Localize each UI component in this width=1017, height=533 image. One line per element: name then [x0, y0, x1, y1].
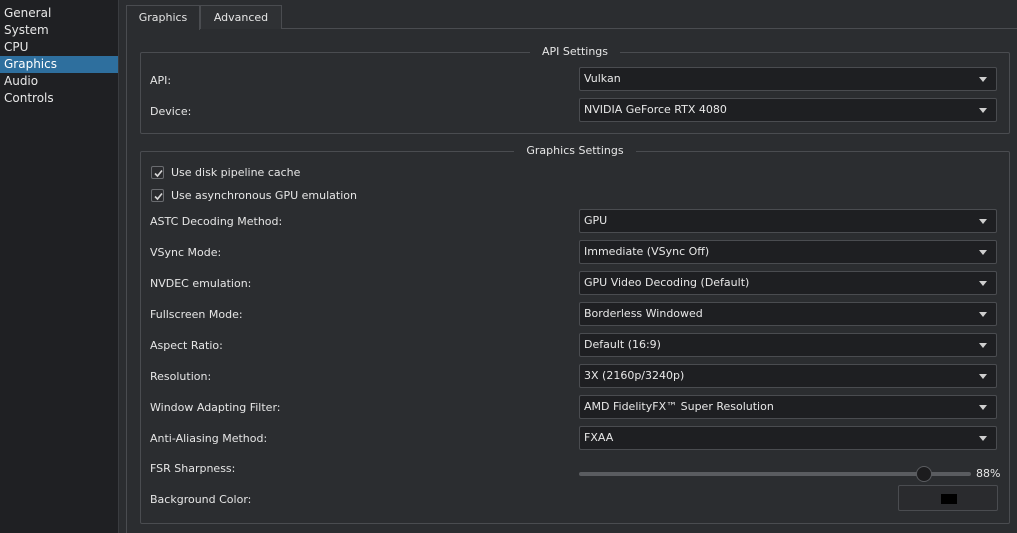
tab-advanced[interactable]: Advanced	[200, 5, 282, 29]
aspect-ratio-label: Aspect Ratio:	[150, 339, 223, 352]
chevron-down-icon	[979, 405, 987, 410]
chevron-down-icon	[979, 374, 987, 379]
fullscreen-mode-value: Borderless Windowed	[584, 307, 703, 320]
anti-aliasing-dropdown[interactable]: FXAA	[579, 426, 997, 450]
disk-pipeline-cache-label: Use disk pipeline cache	[171, 165, 301, 179]
graphics-settings-title: Graphics Settings	[141, 144, 1009, 157]
slider-track	[579, 472, 971, 476]
tab-graphics[interactable]: Graphics	[126, 5, 200, 30]
anti-aliasing-value: FXAA	[584, 431, 614, 444]
graphics-settings-group: Graphics Settings Use disk pipeline cach…	[140, 144, 1010, 524]
device-dropdown[interactable]: NVIDIA GeForce RTX 4080	[579, 98, 997, 122]
checkbox-box[interactable]	[151, 188, 164, 202]
sidebar-item-graphics[interactable]: Graphics	[0, 56, 118, 73]
chevron-down-icon	[979, 250, 987, 255]
api-value: Vulkan	[584, 72, 621, 85]
fullscreen-mode-label: Fullscreen Mode:	[150, 308, 243, 321]
background-color-label: Background Color:	[150, 493, 252, 506]
resolution-label: Resolution:	[150, 370, 212, 383]
chevron-down-icon	[979, 436, 987, 441]
sidebar-item-controls[interactable]: Controls	[0, 90, 118, 107]
async-gpu-label: Use asynchronous GPU emulation	[171, 188, 357, 202]
sidebar-item-system[interactable]: System	[0, 22, 118, 39]
window-adapting-filter-label: Window Adapting Filter:	[150, 401, 281, 414]
chevron-down-icon	[979, 219, 987, 224]
chevron-down-icon	[979, 312, 987, 317]
checkmark-icon	[154, 169, 163, 177]
fsr-sharpness-value: 88%	[976, 467, 1001, 480]
nvdec-emulation-value: GPU Video Decoding (Default)	[584, 276, 750, 289]
aspect-ratio-dropdown[interactable]: Default (16:9)	[579, 333, 997, 357]
background-color-button[interactable]	[898, 485, 998, 511]
nvdec-emulation-label: NVDEC emulation:	[150, 277, 252, 290]
sidebar-item-cpu[interactable]: CPU	[0, 39, 118, 56]
tab-panel-border	[126, 29, 127, 533]
anti-aliasing-label: Anti-Aliasing Method:	[150, 432, 268, 445]
panel-edge	[1010, 30, 1017, 533]
window-adapting-filter-value: AMD FidelityFX™ Super Resolution	[584, 400, 774, 413]
api-settings-group: API Settings API: Vulkan Device: NVIDIA …	[140, 45, 1010, 134]
fsr-sharpness-label: FSR Sharpness:	[150, 462, 236, 475]
chevron-down-icon	[979, 281, 987, 286]
disk-pipeline-cache-checkbox[interactable]: Use disk pipeline cache	[151, 164, 300, 180]
chevron-down-icon	[979, 108, 987, 113]
nvdec-emulation-dropdown[interactable]: GPU Video Decoding (Default)	[579, 271, 997, 295]
device-label: Device:	[150, 105, 192, 118]
checkmark-icon	[154, 192, 163, 200]
chevron-down-icon	[979, 77, 987, 82]
astc-decoding-value: GPU	[584, 214, 608, 227]
fsr-sharpness-slider[interactable]	[579, 466, 971, 482]
resolution-value: 3X (2160p/3240p)	[584, 369, 685, 382]
astc-decoding-dropdown[interactable]: GPU	[579, 209, 997, 233]
vsync-mode-label: VSync Mode:	[150, 246, 222, 259]
settings-sidebar: General System CPU Graphics Audio Contro…	[0, 0, 119, 533]
api-settings-title: API Settings	[141, 45, 1009, 58]
slider-handle[interactable]	[915, 466, 932, 482]
api-dropdown[interactable]: Vulkan	[579, 67, 997, 91]
astc-decoding-label: ASTC Decoding Method:	[150, 215, 283, 228]
vsync-mode-dropdown[interactable]: Immediate (VSync Off)	[579, 240, 997, 264]
api-label: API:	[150, 74, 172, 87]
color-swatch	[941, 494, 957, 504]
sidebar-item-general[interactable]: General	[0, 5, 118, 22]
chevron-down-icon	[979, 343, 987, 348]
device-value: NVIDIA GeForce RTX 4080	[584, 103, 727, 116]
sidebar-item-audio[interactable]: Audio	[0, 73, 118, 90]
async-gpu-checkbox[interactable]: Use asynchronous GPU emulation	[151, 187, 357, 203]
aspect-ratio-value: Default (16:9)	[584, 338, 661, 351]
resolution-dropdown[interactable]: 3X (2160p/3240p)	[579, 364, 997, 388]
vsync-mode-value: Immediate (VSync Off)	[584, 245, 710, 258]
tab-divider	[281, 28, 1017, 29]
checkbox-box[interactable]	[151, 165, 164, 179]
window-adapting-filter-dropdown[interactable]: AMD FidelityFX™ Super Resolution	[579, 395, 997, 419]
fullscreen-mode-dropdown[interactable]: Borderless Windowed	[579, 302, 997, 326]
